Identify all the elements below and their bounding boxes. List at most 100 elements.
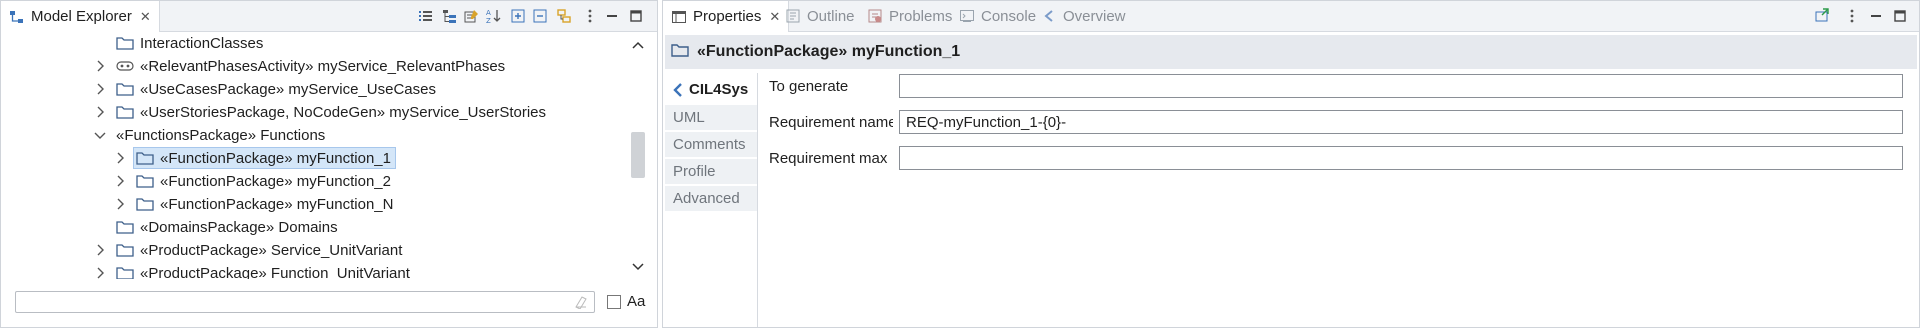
clear-filter-icon[interactable]: [574, 295, 588, 310]
tree-view-icon[interactable]: [441, 7, 459, 25]
tab-console-label: Console: [981, 7, 1037, 25]
chevron-right-icon[interactable]: [93, 82, 107, 96]
folder-icon: [136, 174, 154, 188]
tree-scrollbar[interactable]: [627, 34, 649, 280]
scroll-down-icon[interactable]: [627, 256, 649, 278]
console-icon: [959, 8, 975, 24]
properties-header: «FunctionPackage» myFunction_1: [665, 35, 1917, 69]
scrollbar-thumb[interactable]: [631, 132, 645, 178]
tab-outline-label: Outline: [807, 7, 855, 25]
pin-view-icon[interactable]: [1813, 7, 1831, 25]
folder-icon: [116, 36, 134, 50]
edit-filters-icon[interactable]: [463, 7, 481, 25]
tab-problems-label: Problems: [889, 7, 953, 25]
tree-item-label: «DomainsPackage» Domains: [140, 218, 338, 236]
tree-item[interactable]: «FunctionsPackage» Functions: [93, 124, 330, 146]
tree-item-content[interactable]: «ProductPackage» Service_UnitVariant: [113, 239, 407, 261]
maximize-icon[interactable]: [1891, 7, 1909, 25]
tree-item[interactable]: «UseCasesPackage» myService_UseCases: [93, 78, 441, 100]
tree-item[interactable]: «FunctionPackage» myFunction_1: [113, 147, 396, 169]
tab-model-explorer[interactable]: Model Explorer ✕: [1, 1, 160, 32]
overview-chevron-icon: [1041, 8, 1057, 24]
tree-item-label: «FunctionPackage» myFunction_2: [160, 172, 391, 190]
tree-item-content[interactable]: InteractionClasses: [113, 32, 268, 54]
tab-overview-label: Overview: [1063, 7, 1126, 25]
close-icon[interactable]: ✕: [140, 9, 151, 25]
view-menu-icon[interactable]: [581, 7, 599, 25]
to-generate-field[interactable]: [899, 74, 1903, 98]
tree-item-label: «RelevantPhasesActivity» myService_Relev…: [140, 57, 506, 75]
expand-all-icon[interactable]: [509, 7, 527, 25]
chevron-right-icon[interactable]: [93, 59, 107, 73]
tree-item-label: «ProductPackage» Service_UnitVariant: [140, 241, 403, 259]
link-with-editor-icon[interactable]: [555, 7, 573, 25]
side-tab-label: Profile: [673, 163, 716, 180]
folder-icon: [116, 243, 134, 257]
requirement-name-field[interactable]: REQ-myFunction_1-{0}-: [899, 110, 1903, 134]
side-tab-label: Comments: [673, 136, 746, 153]
side-tab-cil4sys[interactable]: CIL4Sys: [665, 77, 757, 103]
side-tab-label: Advanced: [673, 190, 740, 207]
requirement-max-field[interactable]: [899, 146, 1903, 170]
filter-input[interactable]: [15, 291, 595, 313]
tree-item-content[interactable]: «FunctionPackage» myFunction_N: [133, 193, 398, 215]
side-tab-comments[interactable]: Comments: [665, 132, 757, 158]
tab-overview[interactable]: Overview: [1033, 1, 1134, 31]
tree-item[interactable]: «FunctionPackage» myFunction_N: [113, 193, 398, 215]
maximize-icon[interactable]: [627, 7, 645, 25]
scroll-up-icon[interactable]: [627, 34, 649, 56]
package-folder-icon: [671, 43, 689, 62]
folder-icon: [136, 151, 154, 165]
tree-item-label: «ProductPackage» Function_UnitVariant: [140, 264, 410, 280]
chevron-right-icon[interactable]: [113, 151, 127, 165]
folder-icon: [136, 197, 154, 211]
tab-problems[interactable]: Problems: [859, 1, 960, 31]
tree-item[interactable]: «RelevantPhasesActivity» myService_Relev…: [93, 55, 510, 77]
tree-item[interactable]: «ProductPackage» Function_UnitVariant: [93, 262, 415, 279]
side-tab-advanced[interactable]: Advanced: [665, 186, 757, 212]
side-tab-label: UML: [673, 109, 705, 126]
tree-item[interactable]: «DomainsPackage» Domains: [93, 216, 343, 238]
tree-item-content[interactable]: «RelevantPhasesActivity» myService_Relev…: [113, 55, 510, 77]
tree-item-label: «FunctionsPackage» Functions: [116, 126, 326, 144]
tab-console[interactable]: Console: [951, 1, 1044, 31]
tree-item-content[interactable]: «UseCasesPackage» myService_UseCases: [113, 78, 441, 100]
case-sensitive-label: Aa: [627, 293, 646, 310]
chevron-right-icon[interactable]: [93, 266, 107, 279]
chevron-right-icon[interactable]: [113, 174, 127, 188]
tree-item-content[interactable]: «FunctionPackage» myFunction_1: [133, 147, 396, 169]
minimize-icon[interactable]: [603, 7, 621, 25]
side-tab-uml[interactable]: UML: [665, 105, 757, 131]
chevron-right-icon[interactable]: [113, 197, 127, 211]
tab-properties-label: Properties: [693, 8, 762, 25]
collapse-all-icon[interactable]: [531, 7, 549, 25]
tree-item-label: «FunctionPackage» myFunction_N: [160, 195, 394, 213]
chevron-right-icon[interactable]: [93, 105, 107, 119]
side-tab-profile[interactable]: Profile: [665, 159, 757, 185]
tree-item-label: «UserStoriesPackage, NoCodeGen» myServic…: [140, 103, 547, 121]
tree-item-content[interactable]: «DomainsPackage» Domains: [113, 216, 343, 238]
tree-item[interactable]: «UserStoriesPackage, NoCodeGen» myServic…: [93, 101, 551, 123]
tree-item[interactable]: «ProductPackage» Service_UnitVariant: [93, 239, 407, 261]
view-menu-icon[interactable]: [1843, 7, 1861, 25]
tree-item[interactable]: «FunctionPackage» myFunction_2: [113, 170, 396, 192]
svg-text:A: A: [486, 9, 491, 17]
to-generate-label: To generate: [769, 77, 849, 95]
model-explorer-icon: [9, 9, 25, 25]
case-sensitive-checkbox[interactable]: [607, 295, 621, 309]
folder-icon: [116, 105, 134, 119]
outline-icon: [785, 8, 801, 24]
tab-properties[interactable]: Properties ✕: [663, 1, 790, 32]
chevron-down-icon[interactable]: [93, 128, 107, 142]
tree-item-content[interactable]: «ProductPackage» Function_UnitVariant: [113, 262, 415, 279]
tree-item[interactable]: InteractionClasses: [93, 32, 268, 54]
collapse-list-icon[interactable]: [417, 7, 435, 25]
tab-outline[interactable]: Outline: [777, 1, 863, 31]
sort-az-icon[interactable]: AZ: [485, 7, 503, 25]
activity-icon: [116, 59, 134, 73]
chevron-right-icon[interactable]: [93, 243, 107, 257]
tree-item-content[interactable]: «FunctionPackage» myFunction_2: [133, 170, 396, 192]
minimize-icon[interactable]: [1867, 7, 1885, 25]
tree-item-content[interactable]: «FunctionsPackage» Functions: [113, 124, 330, 146]
tree-item-content[interactable]: «UserStoriesPackage, NoCodeGen» myServic…: [113, 101, 551, 123]
